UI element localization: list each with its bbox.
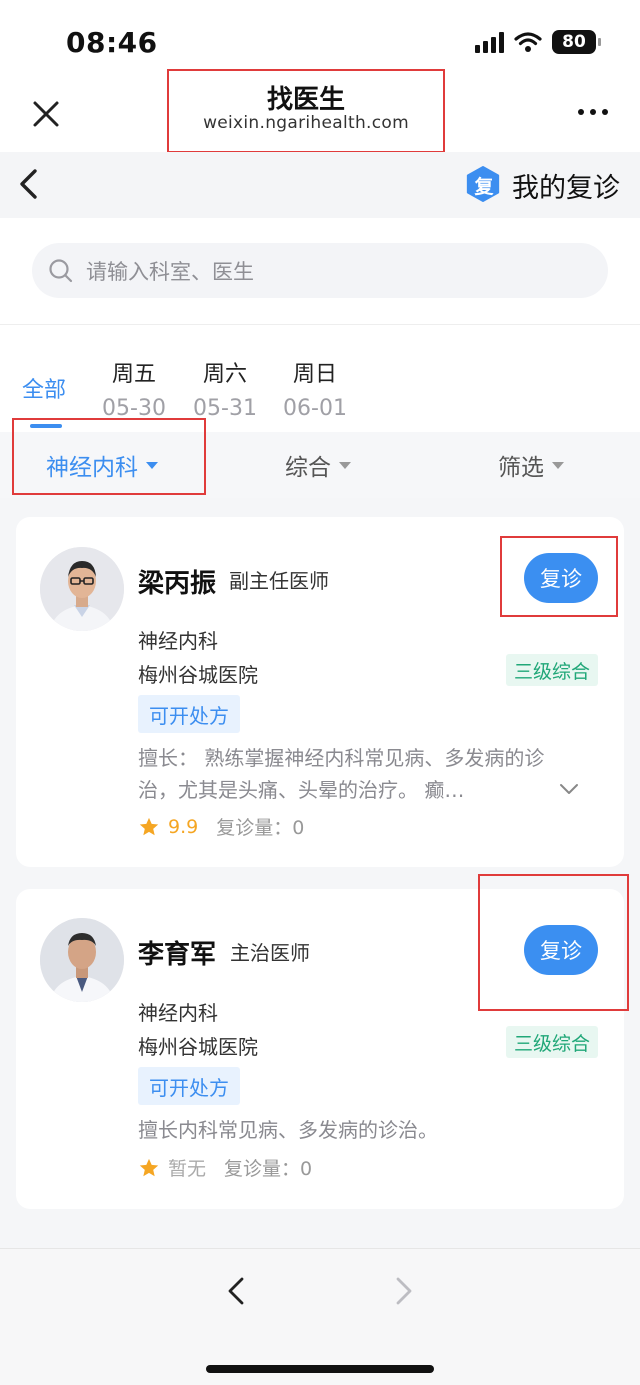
page-header: 复 我的复诊 (0, 152, 640, 218)
more-menu-icon[interactable] (578, 102, 610, 122)
sort-filter-label: 综合 (285, 455, 331, 481)
search-icon (49, 258, 73, 282)
doctor-department: 神经内科 (138, 629, 218, 653)
title-highlight-box: 找医生 weixin.ngarihealth.com (167, 69, 445, 153)
divider (0, 324, 640, 325)
doctor-specialty: 擅长： 熟练掌握神经内科常见病、多发病的诊治，尤其是头痛、头晕的治疗。 癫… (138, 746, 545, 802)
prescription-tag: 可开处方 (138, 1067, 240, 1105)
doctor-hospital: 梅州谷城医院 (138, 663, 258, 687)
doctor-score: 暂无 (168, 1158, 207, 1180)
close-icon[interactable] (28, 96, 64, 132)
doctor-hospital: 梅州谷城医院 (138, 1035, 258, 1059)
tab-day-name: 周五 (111, 362, 156, 387)
tab-day-fri[interactable]: 周五 05-30 (94, 356, 174, 421)
battery-icon: 80 (552, 30, 601, 54)
search-input[interactable]: 请输入科室、医生 (32, 243, 608, 298)
caret-down-icon (552, 461, 564, 469)
star-icon (139, 1158, 159, 1176)
status-icons: 80 (475, 28, 601, 56)
browser-toolbar (0, 1248, 640, 1385)
browser-forward-icon[interactable] (388, 1273, 418, 1309)
hospital-level-badge: 三级综合 (505, 654, 598, 686)
navbar: 找医生 weixin.ngarihealth.com (0, 69, 640, 153)
doctor-name: 梁丙振 (138, 569, 217, 599)
home-indicator (206, 1365, 434, 1373)
tab-day-name: 周六 (202, 362, 247, 387)
chevron-down-icon[interactable] (558, 778, 580, 800)
rating-row: 暂无 复诊量：0 (138, 1154, 312, 1181)
back-icon[interactable] (14, 166, 44, 202)
revisit-badge-text: 复 (474, 175, 494, 198)
revisit-count: 复诊量：0 (224, 1158, 313, 1180)
doctor-title: 主治医师 (230, 941, 310, 965)
page-domain: weixin.ngarihealth.com (203, 113, 409, 133)
wifi-icon (514, 32, 542, 52)
tab-day-sun[interactable]: 周日 06-01 (275, 356, 355, 421)
doctor-avatar (40, 547, 124, 631)
search-placeholder: 请输入科室、医生 (86, 259, 254, 284)
doctor-name: 李育军 (138, 940, 217, 970)
caret-down-icon (339, 461, 351, 469)
revisit-count: 复诊量：0 (216, 817, 305, 839)
tab-day-sat[interactable]: 周六 05-31 (185, 356, 265, 421)
screen-filter[interactable]: 筛选 (498, 448, 564, 482)
revisit-badge-icon: 复 (464, 165, 504, 205)
screen-filter-label: 筛选 (498, 455, 544, 481)
revisit-highlight-box (478, 874, 629, 1011)
doctor-avatar (40, 918, 124, 1002)
doctor-department: 神经内科 (138, 1001, 218, 1025)
hospital-level-badge: 三级综合 (505, 1026, 598, 1058)
revisit-highlight-box (500, 536, 618, 617)
page-title: 找医生 (266, 85, 345, 115)
signal-icon (475, 31, 504, 53)
doctor-score: 9.9 (168, 815, 199, 838)
tab-day-date: 06-01 (283, 396, 347, 421)
rating-row: 9.9 复诊量：0 (138, 813, 304, 840)
browser-back-icon[interactable] (222, 1273, 252, 1309)
prescription-tag: 可开处方 (138, 695, 240, 733)
status-time: 08:46 (66, 26, 158, 59)
doctor-title: 副主任医师 (229, 569, 329, 593)
doctor-specialty: 擅长内科常见病、多发病的诊治。 (138, 1118, 438, 1142)
sort-filter[interactable]: 综合 (285, 448, 351, 482)
my-revisit-button[interactable]: 复 我的复诊 (464, 164, 620, 206)
star-icon (139, 817, 159, 835)
tab-all[interactable]: 全部 (22, 372, 66, 404)
department-highlight-box (12, 418, 206, 495)
tab-day-name: 周日 (292, 362, 337, 387)
my-revisit-label: 我的复诊 (512, 172, 620, 204)
